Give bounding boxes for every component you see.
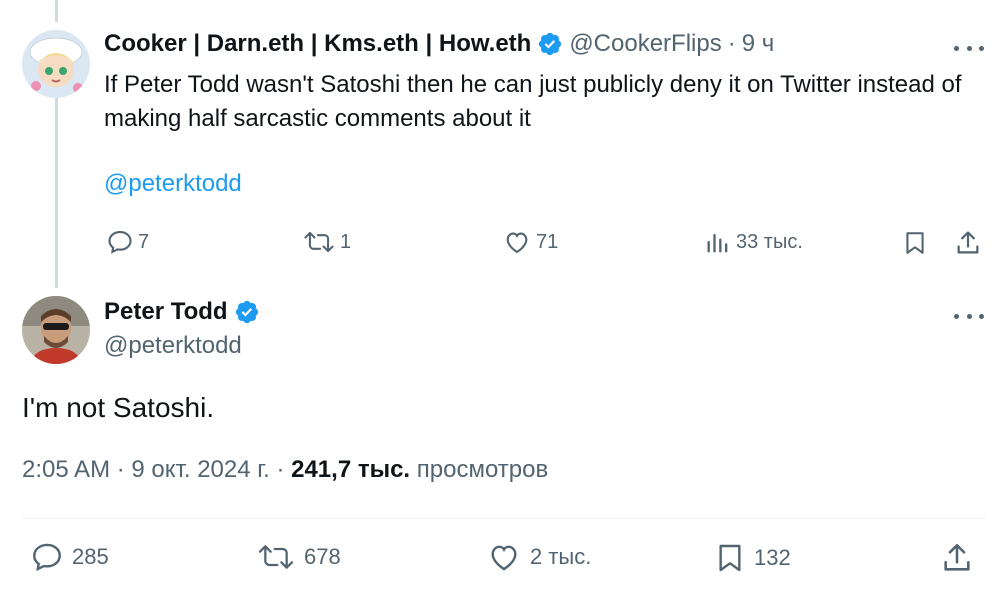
reply-bookmark-button[interactable]	[902, 228, 928, 258]
main-bookmark-count: 132	[754, 545, 791, 570]
verified-badge-icon	[234, 299, 260, 325]
repost-icon	[258, 545, 294, 569]
share-icon	[957, 231, 979, 254]
thread-line	[55, 96, 58, 288]
reply-text: If Peter Todd wasn't Satoshi then he can…	[104, 71, 962, 132]
meta-separator: ·	[116, 456, 125, 483]
reply-header: Cooker | Darn.eth | Kms.eth | How.eth @C…	[104, 30, 774, 58]
views-count: 241,7 тыс.	[291, 456, 411, 483]
main-more-icon[interactable]	[954, 306, 984, 326]
reply-repost-count: 1	[340, 230, 352, 253]
heart-icon	[491, 545, 517, 571]
main-author-name-row: Peter Todd	[104, 298, 266, 326]
tweet-meta: 2:05 AM · 9 окт. 2024 г. · 241,7 тыс. пр…	[22, 456, 548, 484]
reply-share-button[interactable]	[954, 228, 982, 258]
reply-views-button[interactable]: 33 тыс.	[704, 228, 803, 256]
heart-icon	[506, 232, 528, 254]
main-repost-count: 678	[304, 544, 341, 569]
bookmark-icon	[906, 232, 924, 254]
main-reply-button[interactable]: 285	[30, 540, 109, 574]
main-like-count: 2 тыс.	[530, 544, 592, 569]
meta-separator: ·	[276, 456, 285, 483]
reply-more-icon[interactable]	[954, 38, 984, 58]
reply-mention-link[interactable]: @peterktodd	[104, 170, 242, 198]
main-author-handle[interactable]: @peterktodd	[104, 332, 242, 360]
views-icon	[707, 233, 728, 253]
thread-line-top	[55, 0, 58, 22]
bookmark-icon	[719, 544, 741, 572]
reply-like-count: 71	[536, 230, 559, 253]
reply-repost-button[interactable]: 1	[302, 228, 351, 256]
cooker-avatar[interactable]	[22, 30, 90, 98]
verified-badge-icon	[537, 31, 563, 57]
main-share-button[interactable]	[940, 540, 974, 576]
reply-views-count: 33 тыс.	[736, 230, 803, 253]
tweet-time[interactable]: 2:05 AM	[22, 456, 110, 483]
comment-icon	[108, 231, 132, 254]
repost-icon	[304, 231, 334, 253]
divider	[22, 518, 986, 519]
reply-reply-count: 7	[138, 230, 150, 253]
main-bookmark-button[interactable]: 132	[714, 540, 791, 576]
views-label: просмотров	[416, 456, 549, 483]
reply-reply-button[interactable]: 7	[106, 228, 149, 256]
main-like-button[interactable]: 2 тыс.	[486, 540, 591, 574]
main-reply-count: 285	[72, 544, 109, 569]
share-icon	[944, 543, 970, 571]
reply-like-button[interactable]: 71	[502, 228, 558, 256]
comment-icon	[33, 543, 61, 572]
main-tweet-text: I'm not Satoshi.	[22, 392, 215, 423]
reply-time[interactable]: 9 ч	[742, 30, 775, 58]
tweet-date[interactable]: 9 окт. 2024 г.	[131, 456, 269, 483]
main-author-name[interactable]: Peter Todd	[104, 298, 228, 326]
peter-todd-avatar[interactable]	[22, 296, 90, 364]
main-repost-button[interactable]: 678	[256, 540, 341, 574]
reply-author-handle[interactable]: @CookerFlips	[569, 30, 721, 58]
reply-author-name[interactable]: Cooker | Darn.eth | Kms.eth | How.eth	[104, 30, 531, 58]
separator-dot: ·	[727, 30, 736, 57]
